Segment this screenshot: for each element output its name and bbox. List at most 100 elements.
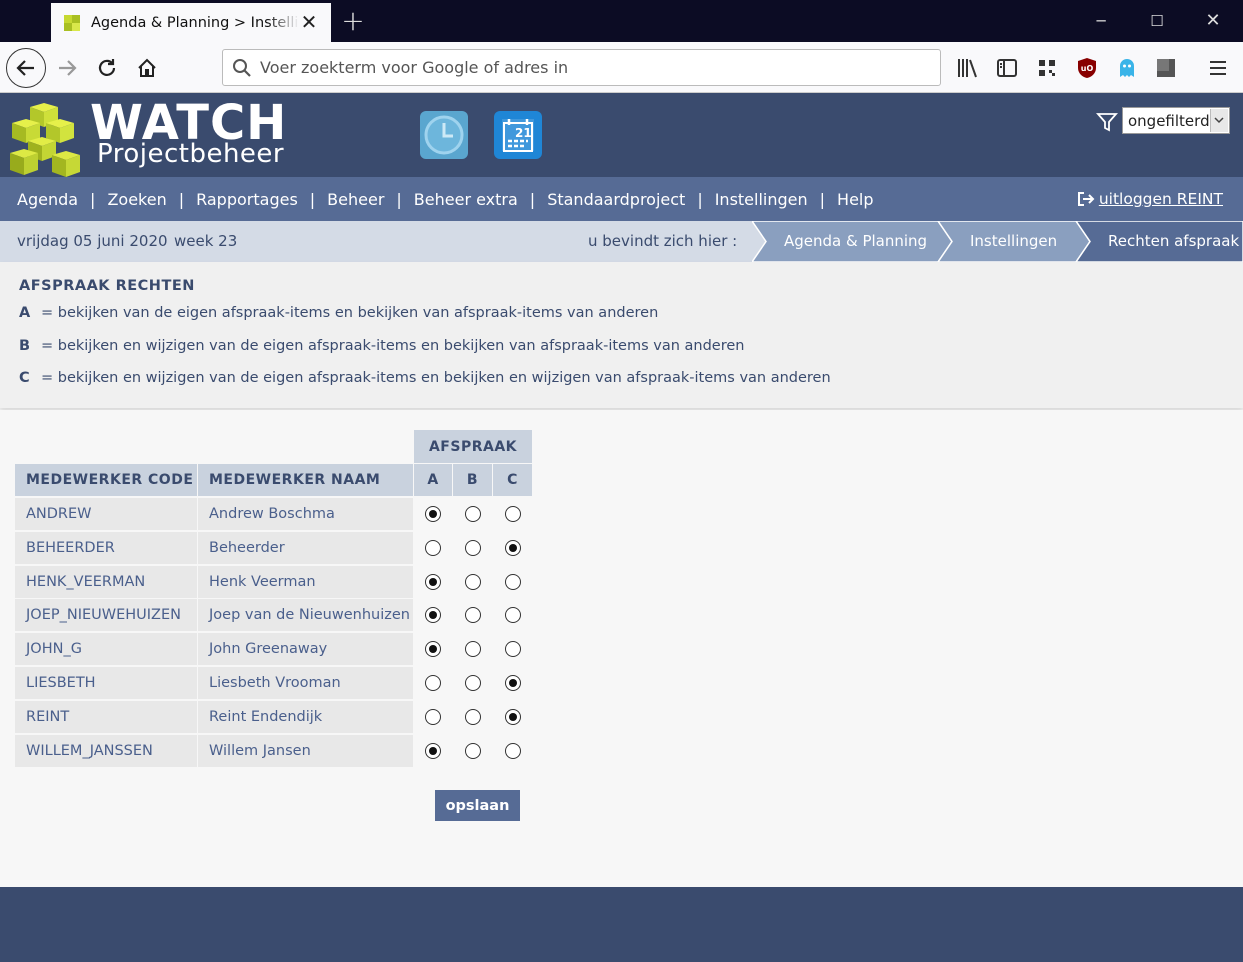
breadcrumb-instellingen[interactable]: Instellingen xyxy=(970,221,1057,262)
breadcrumb-agenda-planning[interactable]: Agenda & Planning xyxy=(784,221,927,262)
legend-text: = bekijken en wijzigen van de eigen afsp… xyxy=(41,338,745,354)
cell-medewerker-naam: Reint Endendijk xyxy=(198,701,413,733)
cell-medewerker-naam: John Greenaway xyxy=(198,633,413,665)
filter-icon[interactable] xyxy=(1096,111,1118,133)
legend-text: = bekijken van de eigen afspraak-items e… xyxy=(41,305,659,321)
radio-b[interactable] xyxy=(465,607,481,623)
new-tab-button[interactable]: + xyxy=(340,6,366,36)
header-a: A xyxy=(414,464,452,496)
menu-item-beheer[interactable]: Beheer xyxy=(327,190,384,209)
tab-title: Agenda & Planning > Instellingen xyxy=(91,14,299,31)
filter-select[interactable]: ongefilterd xyxy=(1122,107,1230,134)
legend-key: B xyxy=(19,338,31,354)
menu-item-standaardproject[interactable]: Standaardproject xyxy=(547,190,685,209)
home-icon[interactable] xyxy=(129,50,165,86)
tab-close-icon[interactable]: ✕ xyxy=(299,12,319,32)
cell-medewerker-code: BEHEERDER xyxy=(15,532,197,564)
menu-list: Agenda | Zoeken | Rapportages | Beheer | Beheer … xyxy=(17,177,874,221)
logo-subtitle: Projectbeheer xyxy=(97,139,285,169)
app-header: WATCH Projectbeheer 21 ongefilterd xyxy=(0,93,1243,177)
menu-item-zoeken[interactable]: Zoeken xyxy=(107,190,166,209)
cell-medewerker-code: ANDREW xyxy=(15,498,197,530)
cell-medewerker-naam: Andrew Boschma xyxy=(198,498,413,530)
back-icon[interactable] xyxy=(6,48,46,88)
radio-b[interactable] xyxy=(465,743,481,759)
header-medewerker-naam: MEDEWERKER NAAM xyxy=(198,464,413,496)
radio-c[interactable] xyxy=(505,607,521,623)
legend-line-a: A = bekijken van de eigen afspraak-items … xyxy=(19,305,658,321)
cell-medewerker-code: WILLEM_JANSSEN xyxy=(15,735,197,767)
radio-b[interactable] xyxy=(465,574,481,590)
cell-medewerker-naam: Beheerder xyxy=(198,532,413,564)
menu-item-help[interactable]: Help xyxy=(837,190,873,209)
browser-navbar: uO xyxy=(0,42,1243,93)
radio-b[interactable] xyxy=(465,709,481,725)
menu-separator: | xyxy=(529,189,536,209)
save-button[interactable]: opslaan xyxy=(435,790,520,821)
logout-icon xyxy=(1077,191,1095,207)
logout-link[interactable]: uitloggen REINT xyxy=(1077,177,1223,221)
logout-label: uitloggen REINT xyxy=(1098,190,1223,208)
radio-a[interactable] xyxy=(425,607,441,623)
cell-medewerker-code: JOEP_NIEUWEHUIZEN xyxy=(15,599,197,631)
forward-icon[interactable] xyxy=(49,50,85,86)
browser-tab[interactable]: Agenda & Planning > Instellingen ✕ xyxy=(51,3,331,42)
radio-a[interactable] xyxy=(425,641,441,657)
menu-item-agenda[interactable]: Agenda xyxy=(17,190,78,209)
radio-b[interactable] xyxy=(465,641,481,657)
minimize-icon[interactable]: ─ xyxy=(1073,0,1129,42)
legend-key: C xyxy=(19,370,30,386)
radio-c[interactable] xyxy=(505,574,521,590)
filter-select-value: ongefilterd xyxy=(1128,111,1210,130)
radio-a[interactable] xyxy=(425,709,441,725)
radio-b[interactable] xyxy=(465,506,481,522)
radio-a[interactable] xyxy=(425,540,441,556)
search-icon xyxy=(232,58,252,78)
radio-a[interactable] xyxy=(425,574,441,590)
hamburger-icon[interactable] xyxy=(1205,55,1231,81)
window-close-icon[interactable]: ✕ xyxy=(1185,0,1241,42)
radio-c[interactable] xyxy=(505,540,521,556)
browser-titlebar: Agenda & Planning > Instellingen ✕ + ─ ☐… xyxy=(0,0,1243,42)
menu-separator: | xyxy=(396,189,402,209)
url-input[interactable] xyxy=(260,58,920,77)
radio-b[interactable] xyxy=(465,675,481,691)
library-icon[interactable] xyxy=(955,55,981,81)
cell-medewerker-code: HENK_VEERMAN xyxy=(15,566,197,598)
menu-item-rapportages[interactable]: Rapportages xyxy=(196,190,298,209)
radio-a[interactable] xyxy=(425,675,441,691)
cell-medewerker-naam: Willem Jansen xyxy=(198,735,413,767)
cell-medewerker-naam: Joep van de Nieuwenhuizen xyxy=(198,599,413,631)
radio-c[interactable] xyxy=(505,675,521,691)
rights-table-area: AFSPRAAK MEDEWERKER CODE MEDEWERKER NAAM… xyxy=(0,410,1243,887)
current-week: week 23 xyxy=(174,232,238,250)
qr-icon[interactable] xyxy=(1034,55,1060,81)
extension-icon[interactable] xyxy=(1153,55,1179,81)
radio-c[interactable] xyxy=(505,743,521,759)
cell-medewerker-naam: Liesbeth Vrooman xyxy=(198,667,413,699)
breadcrumb-rechten-afspraak: Rechten afspraak xyxy=(1108,232,1240,250)
legend-line-c: C = bekijken en wijzigen van de eigen afs… xyxy=(19,370,831,386)
menu-item-instellingen[interactable]: Instellingen xyxy=(715,190,808,209)
radio-c[interactable] xyxy=(505,709,521,725)
legend-title: AFSPRAAK RECHTEN xyxy=(19,278,195,294)
legend-text: = bekijken en wijzigen van de eigen afsp… xyxy=(41,370,831,386)
radio-c[interactable] xyxy=(505,641,521,657)
radio-a[interactable] xyxy=(425,743,441,759)
radio-c[interactable] xyxy=(505,506,521,522)
watch-logo-icon[interactable] xyxy=(6,103,88,187)
reload-icon[interactable] xyxy=(89,50,125,86)
menu-item-beheer-extra[interactable]: Beheer extra xyxy=(414,190,518,209)
menu-separator: | xyxy=(178,189,185,209)
ghostery-icon[interactable] xyxy=(1114,55,1140,81)
legend-line-b: B = bekijken en wijzigen van de eigen afs… xyxy=(19,338,744,354)
radio-a[interactable] xyxy=(425,506,441,522)
sidebar-icon[interactable] xyxy=(994,55,1020,81)
ublock-icon[interactable]: uO xyxy=(1074,55,1100,81)
radio-b[interactable] xyxy=(465,540,481,556)
menu-separator: | xyxy=(697,189,703,209)
clock-app-icon[interactable] xyxy=(420,111,468,159)
calendar-app-icon[interactable]: 21 xyxy=(494,111,542,159)
maximize-icon[interactable]: ☐ xyxy=(1129,0,1185,42)
url-bar[interactable] xyxy=(222,49,941,86)
